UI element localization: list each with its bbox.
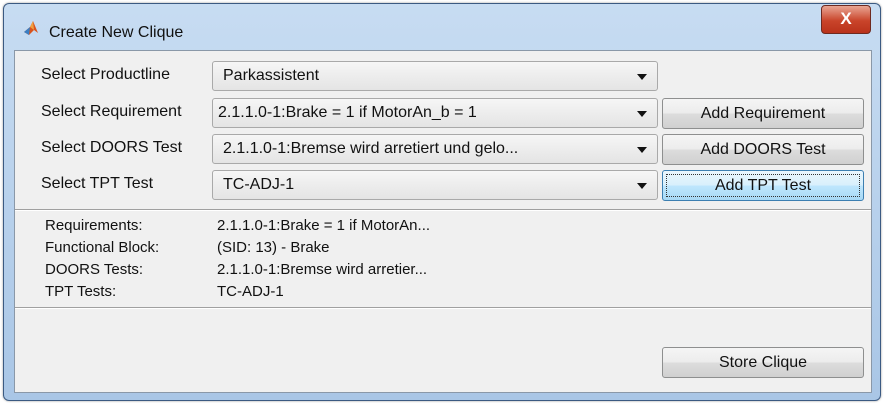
requirement-value: 2.1.1.0-1:Brake = 1 if MotorAn_b = 1 — [218, 104, 477, 121]
window-title: Create New Clique — [49, 24, 184, 41]
add-tpt-test-label: Add TPT Test — [714, 177, 812, 194]
tpt-test-label: Select TPT Test — [41, 175, 154, 192]
productline-dropdown[interactable]: Parkassistent — [212, 61, 658, 91]
requirement-label: Select Requirement — [41, 103, 182, 120]
dialog-window: Create New Clique X Select Productline P… — [3, 3, 881, 401]
tpt-tests-summary-label: TPT Tests: — [45, 283, 117, 300]
requirements-summary-value: 2.1.1.0-1:Brake = 1 if MotorAn... — [217, 217, 431, 234]
chevron-down-icon — [637, 183, 647, 189]
tpt-test-value: TC-ADJ-1 — [223, 176, 295, 193]
matlab-icon — [24, 21, 38, 35]
doors-test-label: Select DOORS Test — [41, 139, 183, 156]
doors-tests-summary-value: 2.1.1.0-1:Bremse wird arretier... — [217, 261, 428, 278]
close-icon: X — [840, 9, 852, 28]
divider-top — [15, 209, 871, 211]
add-tpt-test-button[interactable]: Add TPT Test — [662, 170, 864, 201]
add-doors-test-button[interactable]: Add DOORS Test — [662, 134, 864, 165]
tpt-test-dropdown[interactable]: TC-ADJ-1 — [212, 170, 658, 200]
requirement-dropdown[interactable]: 2.1.1.0-1:Brake = 1 if MotorAn_b = 1 — [212, 98, 658, 128]
divider-bottom — [15, 307, 871, 309]
title-bar[interactable]: Create New Clique X — [4, 4, 880, 50]
productline-label: Select Productline — [41, 66, 170, 83]
store-clique-label: Store Clique — [718, 354, 808, 371]
doors-test-dropdown[interactable]: 2.1.1.0-1:Bremse wird arretiert und gelo… — [212, 134, 658, 164]
store-clique-button[interactable]: Store Clique — [662, 347, 864, 378]
productline-value: Parkassistent — [223, 67, 320, 84]
chevron-down-icon — [637, 147, 647, 153]
requirements-summary-label: Requirements: — [45, 217, 143, 234]
add-doors-test-label: Add DOORS Test — [700, 141, 826, 158]
tpt-tests-summary-value: TC-ADJ-1 — [217, 283, 284, 300]
add-requirement-label: Add Requirement — [700, 105, 826, 122]
add-requirement-button[interactable]: Add Requirement — [662, 98, 864, 129]
close-button[interactable]: X — [821, 5, 871, 34]
functional-block-label: Functional Block: — [45, 239, 160, 256]
doors-tests-summary-label: DOORS Tests: — [45, 261, 144, 278]
chevron-down-icon — [637, 111, 647, 117]
doors-test-value: 2.1.1.0-1:Bremse wird arretiert und gelo… — [223, 140, 519, 157]
functional-block-value: (SID: 13) - Brake — [217, 239, 330, 256]
chevron-down-icon — [637, 74, 647, 80]
dialog-content: Select Productline Parkassistent Select … — [14, 50, 872, 393]
